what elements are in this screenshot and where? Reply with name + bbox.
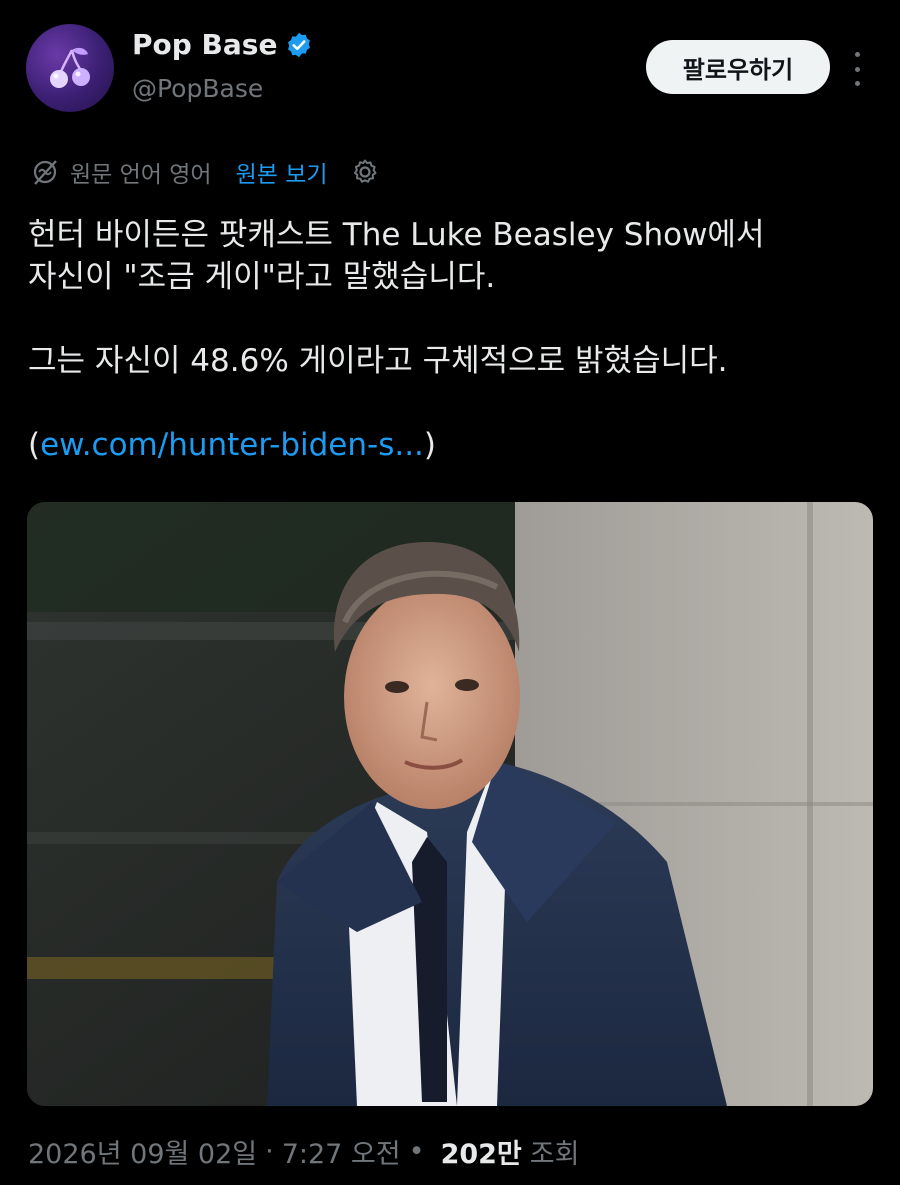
tweet-line: 그는 자신이 48.6% 게이라고 구체적으로 밝혔습니다. — [28, 343, 728, 379]
meta-separator: · — [265, 1136, 274, 1167]
tweet-link-line: (ew.com/hunter-biden-s...) — [28, 424, 878, 466]
cherry-icon — [50, 47, 90, 88]
tweet-media-image[interactable] — [27, 502, 873, 1106]
tweet-header: Pop Base @PopBase 팔로우하기 — [0, 0, 900, 140]
views-label: 조회 — [529, 1139, 580, 1170]
tweet-time[interactable]: 7:27 오전 — [282, 1132, 401, 1171]
translation-bar: 원문 언어 영어 원본 보기 — [30, 153, 380, 191]
author-name-row: Pop Base — [132, 28, 313, 61]
tweet-meta: 2026년 09월 02일 · 7:27 오전 • 202만 조회 — [28, 1132, 579, 1171]
meta-separator: • — [408, 1136, 425, 1167]
author-handle[interactable]: @PopBase — [132, 74, 263, 103]
link-paren-open: ( — [28, 427, 41, 463]
source-language-label: 원문 언어 영어 — [70, 162, 212, 188]
tweet-date: 2026년 09월 02일 — [28, 1139, 258, 1170]
verified-badge-icon — [288, 32, 311, 57]
author-name[interactable]: Pop Base — [132, 28, 277, 61]
more-vertical-icon[interactable] — [845, 52, 869, 86]
follow-button[interactable]: 팔로우하기 — [646, 40, 830, 94]
tweet-line: 자신이 "조금 게이"라고 말했습니다. — [28, 259, 496, 295]
article-link[interactable]: ew.com/hunter-biden-s... — [40, 427, 424, 463]
link-paren-close: ) — [423, 427, 437, 463]
tweet-text: 헌터 바이든은 팟캐스트 The Luke Beasley Show에서 자신이… — [28, 214, 878, 466]
avatar[interactable] — [26, 24, 114, 112]
translate-off-icon — [33, 160, 57, 185]
hunter-biden-photo — [27, 502, 873, 1106]
tweet-line: 헌터 바이든은 팟캐스트 The Luke Beasley Show에서 — [28, 217, 765, 253]
show-original-link[interactable]: 원본 보기 — [236, 155, 328, 189]
views-count[interactable]: 202만 — [441, 1132, 522, 1171]
gear-icon[interactable] — [350, 157, 380, 187]
